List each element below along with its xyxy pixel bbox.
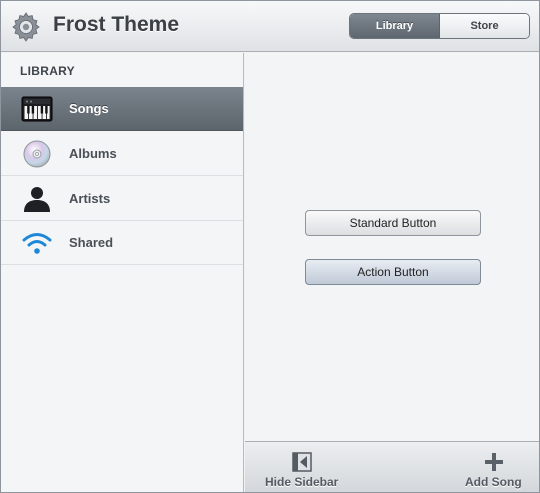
person-silhouette-icon bbox=[24, 187, 50, 212]
sidebar: LIBRARY Songs Albums Artists Shared bbox=[1, 53, 244, 492]
plus-icon bbox=[485, 453, 503, 471]
cd-disc-icon bbox=[23, 140, 51, 168]
bottom-toolbar: Hide Sidebar Add Song bbox=[245, 441, 539, 492]
hide-sidebar-label: Hide Sidebar bbox=[265, 475, 339, 489]
segment-library[interactable]: Library bbox=[350, 14, 440, 38]
hide-sidebar-button[interactable]: Hide Sidebar bbox=[263, 442, 343, 492]
sidebar-item-label: Songs bbox=[69, 101, 109, 116]
sidebar-item-songs[interactable]: Songs bbox=[1, 87, 243, 131]
wifi-icon bbox=[22, 233, 52, 254]
piano-keyboard-icon bbox=[21, 96, 53, 122]
segment-store[interactable]: Store bbox=[440, 14, 529, 38]
app-window: Frost Theme Library Store LIBRARY Songs … bbox=[0, 0, 540, 493]
app-title: Frost Theme bbox=[53, 13, 180, 36]
sidebar-item-artists[interactable]: Artists bbox=[1, 177, 243, 221]
add-song-label: Add Song bbox=[465, 475, 522, 489]
gear-icon[interactable] bbox=[10, 11, 42, 43]
add-song-button[interactable]: Add Song bbox=[460, 442, 530, 492]
sidebar-item-albums[interactable]: Albums bbox=[1, 132, 243, 176]
standard-button[interactable]: Standard Button bbox=[305, 210, 481, 236]
sidebar-item-shared[interactable]: Shared bbox=[1, 221, 243, 265]
main-content: Standard Button Action Button bbox=[245, 53, 539, 441]
sidebar-item-label: Albums bbox=[69, 146, 117, 161]
sidebar-item-label: Artists bbox=[69, 191, 111, 206]
action-button[interactable]: Action Button bbox=[305, 259, 481, 285]
library-store-segmented-control: Library Store bbox=[349, 13, 530, 39]
hide-sidebar-icon bbox=[292, 452, 312, 472]
header-bar: Frost Theme Library Store bbox=[1, 1, 539, 52]
sidebar-section-title: LIBRARY bbox=[20, 64, 75, 78]
sidebar-item-label: Shared bbox=[69, 235, 114, 250]
